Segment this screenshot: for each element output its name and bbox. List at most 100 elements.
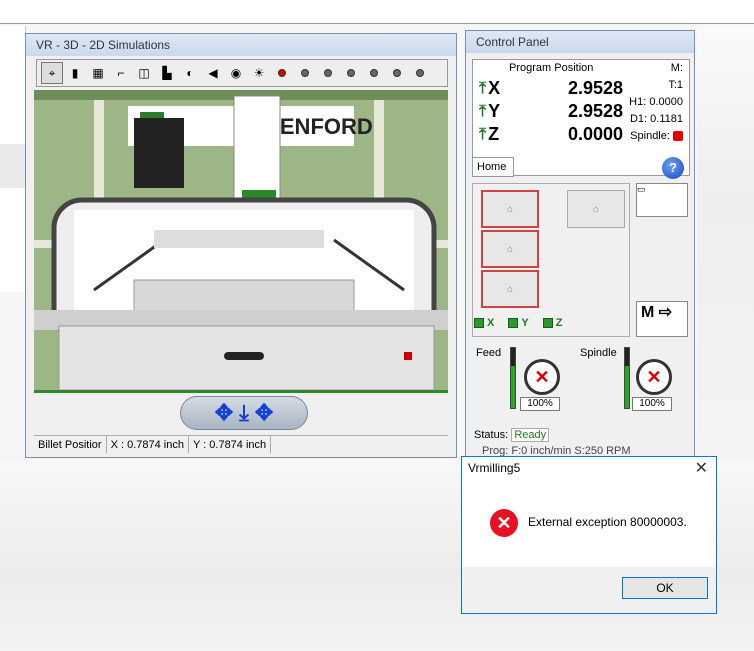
spindle-gauge-label: Spindle — [580, 347, 617, 359]
background-band — [0, 144, 26, 188]
control-panel-title: Control Panel — [466, 31, 694, 53]
vr-toolbar: ⌖ ▮ ▦ ⌐ ◫ ▙ ◐ ◀ ◉ ☀ — [36, 59, 448, 87]
control-panel-window[interactable]: Control Panel Program Position ⤒ X 2.952… — [465, 30, 695, 460]
stop-icon[interactable] — [294, 62, 316, 84]
vr-simulation-window[interactable]: VR - 3D - 2D Simulations ⌖ ▮ ▦ ⌐ ◫ ▙ ◐ ◀… — [25, 33, 457, 458]
axis-arrow-icon: ⤒ — [479, 79, 487, 97]
feed-level-fill — [511, 366, 515, 408]
record-icon[interactable] — [271, 62, 293, 84]
tab-home[interactable]: Home — [472, 157, 514, 177]
spindle-label: Spindle: — [630, 130, 670, 142]
checkbox-y-label: Y — [521, 317, 529, 329]
dialog-message: External exception 80000003. — [528, 515, 687, 529]
axis-x-value: 2.9528 — [567, 78, 623, 98]
axis-y-value: 2.9528 — [567, 101, 623, 121]
checkbox-x[interactable]: X — [474, 317, 494, 329]
feed-gauge: Feed ✕ 100% — [476, 347, 576, 413]
spindle-override-dial[interactable]: ✕ — [636, 359, 672, 395]
h1-info: H1: 0.0000 — [629, 96, 683, 108]
sound-icon[interactable]: ◀ — [202, 62, 224, 84]
feed-override-dial[interactable]: ✕ — [524, 359, 560, 395]
checkbox-z[interactable]: Z — [542, 317, 563, 329]
home-xyz-icon: ⌂ — [592, 203, 600, 215]
spindle-level-bar — [624, 347, 630, 409]
axis-z-row: ⤒ Z 0.0000 — [479, 124, 623, 145]
path-icon[interactable]: ⌐ — [110, 62, 132, 84]
home-x-button[interactable]: ⌂ — [481, 190, 539, 228]
home-all-button[interactable]: ⌂ — [567, 190, 625, 228]
checkbox-y[interactable]: Y — [508, 317, 529, 329]
box-icon[interactable]: ◫ — [133, 62, 155, 84]
axis-arrow-icon: ⤒ — [479, 102, 487, 120]
billet-position-label: Billet Positior — [34, 436, 107, 453]
vr-window-title: VR - 3D - 2D Simulations — [26, 34, 456, 56]
m-code-button[interactable]: M ⇨ — [636, 301, 688, 337]
move-arrows-icon[interactable]: ✥ — [255, 400, 273, 426]
stop-icon[interactable] — [363, 62, 385, 84]
arrow-right-icon: ⇨ — [654, 304, 673, 321]
help-icon[interactable]: ? — [662, 157, 684, 179]
program-position-label: Program Position — [509, 62, 594, 74]
spindle-level-fill — [625, 366, 629, 408]
3d-viewport[interactable]: DENFORD — [34, 90, 448, 393]
axis-y-row: ⤒ Y 2.9528 — [479, 101, 623, 122]
checkbox-z-box[interactable] — [542, 318, 553, 328]
error-dialog[interactable]: Vrmilling5 ✕ ✕ External exception 800000… — [461, 456, 717, 614]
error-icon: ✕ — [490, 509, 518, 537]
dialog-title: Vrmilling5 — [468, 461, 521, 475]
ok-button[interactable]: OK — [622, 577, 708, 599]
close-icon[interactable]: ✕ — [695, 458, 708, 478]
view-navigation-control[interactable]: ✥ ⤓ ✥ — [180, 396, 308, 430]
axis-arrow-icon: ⤒ — [479, 125, 487, 143]
m-code-info: M: — [670, 62, 683, 74]
d1-info: D1: 0.1181 — [629, 113, 683, 125]
spindle-indicator-icon — [673, 131, 683, 142]
tool-info: T:1 — [668, 79, 683, 91]
pan-arrows-icon[interactable]: ✥ — [215, 400, 233, 426]
chart-icon[interactable]: ▦ — [87, 62, 109, 84]
home-tab-bar: Home ? — [472, 155, 690, 183]
checkbox-y-box[interactable] — [508, 318, 519, 328]
home-z-button[interactable]: ⌂ — [481, 270, 539, 308]
stop-icon[interactable] — [386, 62, 408, 84]
move-down-icon[interactable]: ⤓ — [239, 400, 249, 426]
billet-x-value: X : 0.7874 inch — [107, 436, 189, 453]
status-label: Status: — [474, 429, 509, 441]
checkbox-x-box[interactable] — [474, 318, 484, 328]
status-line: Status: Ready — [474, 428, 550, 442]
ball-icon[interactable]: ◐ — [179, 62, 201, 84]
workpiece-datum-button[interactable]: ▭ — [636, 183, 688, 217]
axis-x-row: ⤒ X 2.9528 — [479, 78, 623, 99]
stop-icon[interactable] — [409, 62, 431, 84]
bar-icon[interactable]: ▮ — [64, 62, 86, 84]
axis-x-label: X — [488, 78, 501, 98]
xyz-box-icon: ▭ — [637, 184, 646, 194]
cursor-icon[interactable]: ⌖ — [41, 62, 63, 84]
background-window-right — [697, 26, 754, 456]
milling-machine-render: DENFORD — [34, 90, 448, 393]
feed-percent: 100% — [520, 397, 560, 411]
stop-icon[interactable] — [317, 62, 339, 84]
home-panel: ⌂ ⌂ ⌂ ⌂ — [472, 183, 630, 337]
home-z-icon: ⌂ — [506, 283, 514, 295]
feed-label: Feed — [476, 347, 502, 359]
spindle-gauge: Spindle ✕ 100% — [580, 347, 680, 413]
machine-icon[interactable]: ▙ — [156, 62, 178, 84]
home-y-button[interactable]: ⌂ — [481, 230, 539, 268]
home-axis-checkboxes: X Y Z — [474, 317, 562, 329]
spindle-status: Spindle: — [630, 130, 683, 142]
spindle-percent: 100% — [632, 397, 672, 411]
axis-y-label: Y — [488, 101, 501, 121]
camera-icon[interactable]: ◉ — [225, 62, 247, 84]
axis-z-value: 0.0000 — [567, 124, 623, 144]
vr-status-bar: Billet Positior X : 0.7874 inch Y : 0.78… — [34, 435, 448, 453]
home-y-icon: ⌂ — [506, 243, 514, 255]
stop-icon[interactable] — [340, 62, 362, 84]
home-x-icon: ⌂ — [506, 203, 514, 215]
light-icon[interactable]: ☀ — [248, 62, 270, 84]
m-code-label: M — [641, 304, 655, 321]
desktop-top-bar — [0, 0, 754, 24]
status-value: Ready — [511, 428, 550, 442]
billet-y-value: Y : 0.7874 inch — [189, 436, 272, 453]
checkbox-z-label: Z — [555, 317, 563, 329]
